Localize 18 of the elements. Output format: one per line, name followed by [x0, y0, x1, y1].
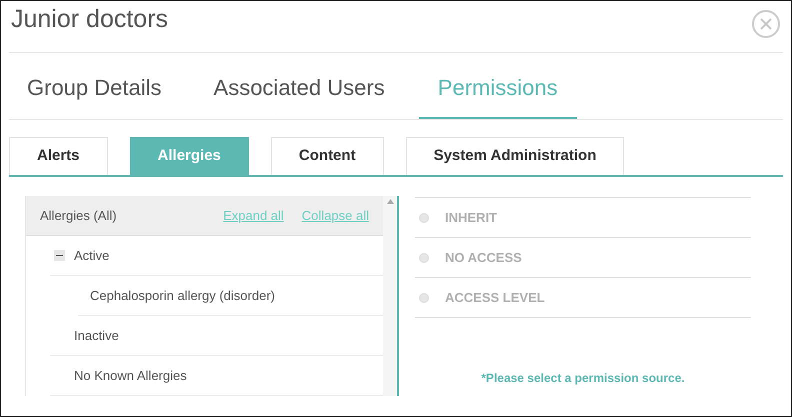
- tab[interactable]: Associated Users: [196, 53, 403, 119]
- subtab[interactable]: Alerts: [9, 137, 108, 175]
- scroll-up-icon[interactable]: [386, 199, 394, 204]
- tree-item[interactable]: Cephalosporin allergy (disorder): [90, 286, 275, 306]
- close-icon[interactable]: [752, 10, 780, 38]
- collapse-icon[interactable]: [54, 250, 65, 261]
- tree-header: Allergies (All): [40, 206, 117, 225]
- option-label: ACCESS LEVEL: [445, 288, 545, 307]
- tree-item[interactable]: Active: [74, 246, 110, 266]
- option-label: INHERIT: [445, 208, 497, 227]
- hint-text: *Please select a permission source.: [480, 370, 686, 387]
- tree-item[interactable]: No Known Allergies: [74, 366, 187, 386]
- window-title: Junior doctors: [11, 4, 168, 35]
- subtab[interactable]: Content: [270, 137, 384, 175]
- subtab[interactable]: System Administration: [406, 137, 624, 175]
- option-label: NO ACCESS: [445, 248, 522, 267]
- tree-item[interactable]: Inactive: [74, 326, 119, 346]
- tab[interactable]: Group Details: [9, 53, 180, 119]
